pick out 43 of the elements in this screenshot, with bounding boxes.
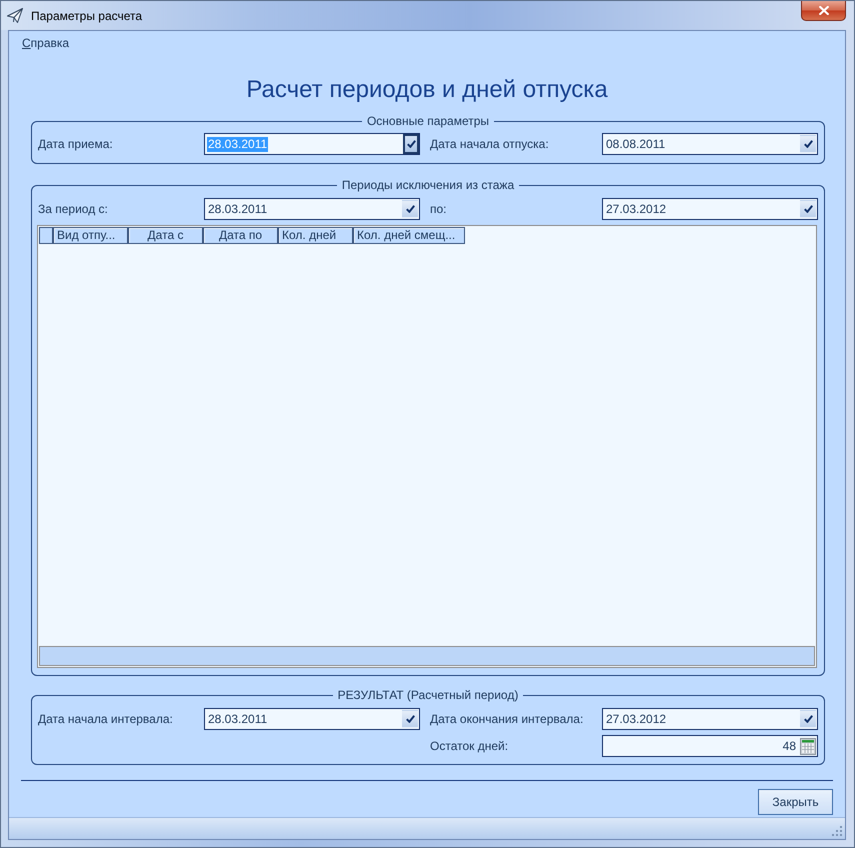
- tick-icon: [804, 205, 812, 213]
- tick-icon: [804, 140, 812, 148]
- field-label: Дата начала отпуска:: [429, 137, 550, 151]
- dropdown-button[interactable]: [402, 200, 418, 218]
- field-label: по:: [429, 202, 448, 216]
- close-button[interactable]: [801, 1, 846, 21]
- paper-plane-icon: [7, 8, 23, 22]
- dropdown-button[interactable]: [800, 710, 816, 728]
- field-label: Дата начала интервала:: [38, 712, 174, 726]
- group-title: Основные параметры: [366, 114, 490, 128]
- field-label: Остаток дней:: [429, 739, 510, 753]
- date-field[interactable]: 08.08.2011: [602, 133, 818, 155]
- field-label: Дата окончания интервала:: [429, 712, 584, 726]
- column-header[interactable]: Кол. дней смещ...: [353, 227, 465, 244]
- field-label: За период с:: [38, 202, 109, 216]
- tick-icon: [804, 715, 812, 723]
- group-title: РЕЗУЛЬТАТ (Расчетный период): [336, 688, 520, 702]
- tick-icon: [406, 205, 414, 213]
- help-link[interactable]: Справка: [22, 36, 70, 50]
- date-field[interactable]: 27.03.2012: [602, 198, 818, 220]
- close-icon: [818, 6, 828, 15]
- column-header[interactable]: Кол. дней: [278, 227, 353, 244]
- column-header[interactable]: Дата с: [128, 227, 203, 244]
- field-label: Дата приема:: [38, 137, 114, 151]
- dialog-heading: Расчет периодов и дней отпуска: [245, 76, 609, 104]
- dropdown-button[interactable]: [403, 134, 419, 154]
- calculator-icon[interactable]: [800, 738, 816, 754]
- date-field[interactable]: 28.03.2011: [204, 198, 420, 220]
- column-header[interactable]: Дата по: [203, 227, 278, 244]
- dropdown-button[interactable]: [402, 710, 418, 728]
- column-header[interactable]: Вид отпу...: [53, 227, 128, 244]
- corner-cell: [39, 227, 53, 244]
- group-title: Периоды исключения из стажа: [340, 178, 516, 192]
- close-dialog-button[interactable]: Закрыть: [758, 789, 833, 815]
- date-field[interactable]: 28.03.2011: [204, 708, 420, 730]
- window-title: Параметры расчета: [31, 8, 142, 22]
- date-field[interactable]: 27.03.2012: [602, 708, 818, 730]
- dropdown-button[interactable]: [800, 135, 816, 153]
- tick-icon: [406, 140, 416, 148]
- tick-icon: [406, 715, 414, 723]
- dropdown-button[interactable]: [800, 200, 816, 218]
- size-grip-icon: [832, 826, 842, 836]
- number-field[interactable]: 48: [602, 735, 818, 757]
